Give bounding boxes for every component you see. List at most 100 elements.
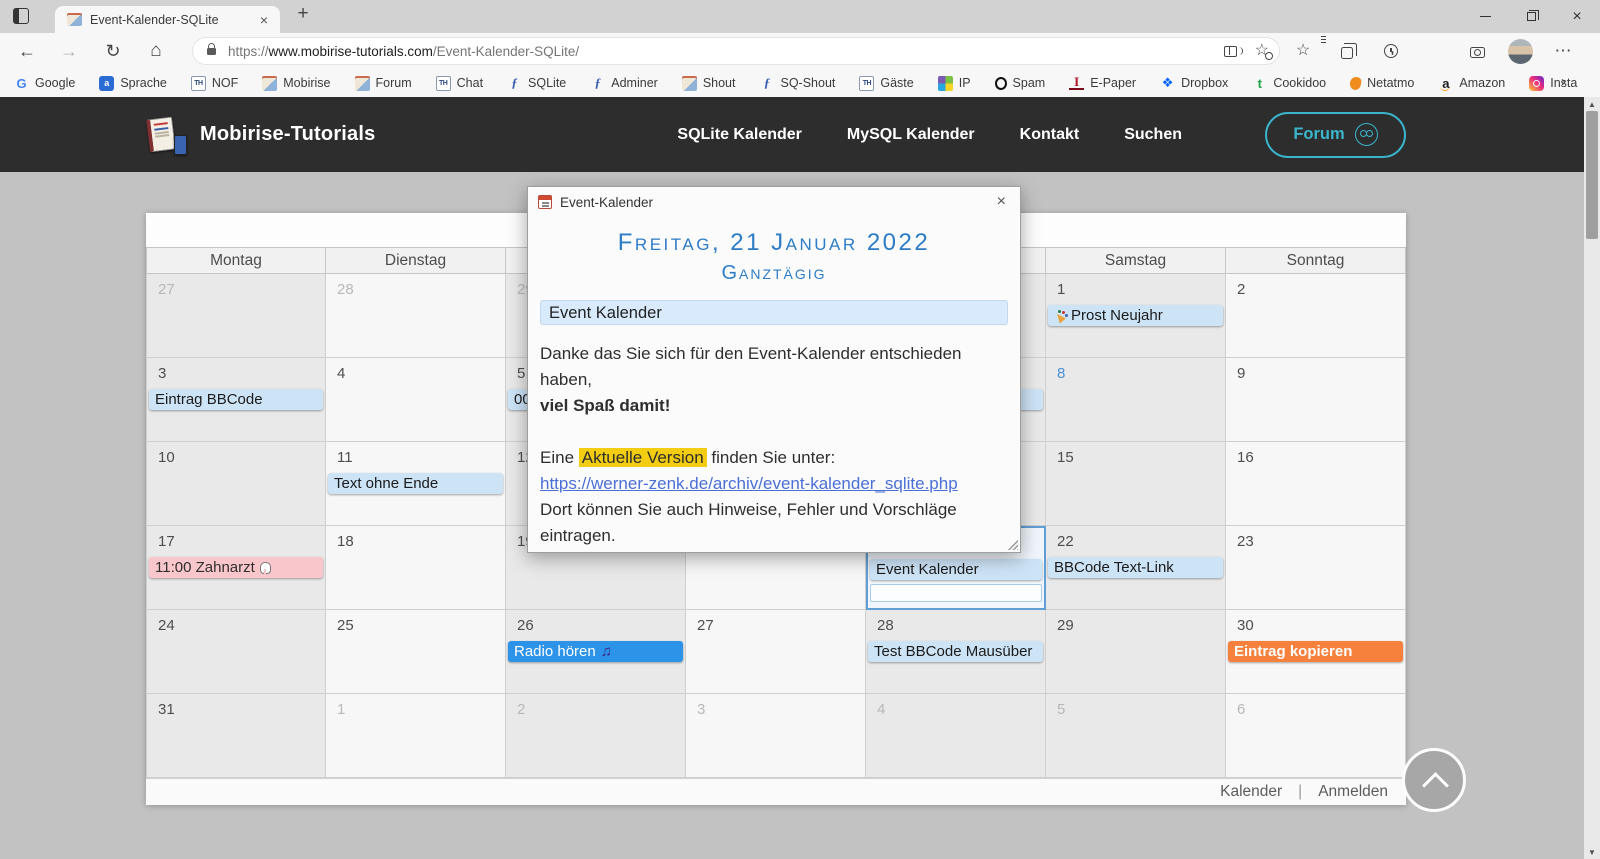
calendar-event[interactable]: Radio hören♫ bbox=[508, 641, 683, 662]
bookmark-item-cookidoo[interactable]: tCookidoo bbox=[1252, 76, 1326, 91]
collections-icon[interactable] bbox=[1330, 33, 1364, 69]
scrollbar-up-arrow[interactable]: ▲ bbox=[1588, 97, 1596, 111]
dialog-close-icon[interactable]: × bbox=[993, 193, 1010, 211]
version-link[interactable]: https://werner-zenk.de/archiv/event-kale… bbox=[540, 474, 958, 493]
page-scrollbar[interactable]: ▲ ▼ bbox=[1584, 97, 1600, 859]
calendar-cell-29[interactable]: 29 bbox=[1046, 610, 1226, 694]
calendar-cell-30[interactable]: 30Eintrag kopieren bbox=[1226, 610, 1406, 694]
back-button[interactable]: ← bbox=[10, 33, 44, 69]
scroll-to-top-button[interactable] bbox=[1402, 748, 1466, 812]
home-button[interactable]: ⌂ bbox=[139, 33, 173, 69]
bookmark-item-chat[interactable]: THChat bbox=[436, 76, 483, 91]
calendar-event[interactable]: Test BBCode Mausüber bbox=[868, 641, 1043, 662]
bookmark-item-mobirise[interactable]: Mobirise bbox=[262, 76, 330, 91]
nav-mysql-kalender[interactable]: MySQL Kalender bbox=[847, 126, 975, 144]
bookmark-item-forum[interactable]: Forum bbox=[355, 76, 412, 91]
calendar-event[interactable]: Prost Neujahr bbox=[1048, 305, 1223, 326]
bookmark-item-netatmo[interactable]: Netatmo bbox=[1350, 76, 1414, 90]
bookmark-item-shout[interactable]: Shout bbox=[682, 76, 736, 91]
calendar-cell-17[interactable]: 1711:00 Zahnarzt bbox=[146, 526, 326, 610]
calendar-cell-22[interactable]: 22BBCode Text-Link bbox=[1046, 526, 1226, 610]
calendar-cell-4[interactable]: 4 bbox=[326, 358, 506, 442]
close-window-button[interactable]: × bbox=[1554, 0, 1600, 33]
calendar-cell-11[interactable]: 11Text ohne Ende bbox=[326, 442, 506, 526]
add-favorite-icon[interactable]: ☆ bbox=[1255, 43, 1269, 59]
site-logo[interactable] bbox=[146, 115, 190, 155]
nav-suchen[interactable]: Suchen bbox=[1124, 126, 1182, 144]
calendar-cell-26[interactable]: 26Radio hören♫ bbox=[506, 610, 686, 694]
bookmark-item-insta[interactable]: Insta bbox=[1529, 76, 1577, 91]
calendar-event[interactable]: 11:00 Zahnarzt bbox=[149, 557, 323, 578]
bookmark-item-google[interactable]: GGoogle bbox=[14, 76, 75, 91]
address-bar[interactable]: https://www.mobirise-tutorials.com/Event… bbox=[192, 37, 1280, 65]
settings-menu-icon[interactable]: ⋯ bbox=[1546, 33, 1580, 69]
calendar-cell-27[interactable]: 27 bbox=[146, 274, 326, 358]
bookmark-item-adminer[interactable]: ƒAdminer bbox=[590, 76, 658, 91]
calendar-cell-31[interactable]: 31 bbox=[146, 694, 326, 778]
calendar-cell-18[interactable]: 18 bbox=[326, 526, 506, 610]
forward-button[interactable]: → bbox=[52, 33, 86, 69]
bookmark-item-amazon[interactable]: aAmazon bbox=[1438, 76, 1505, 91]
day-number: 10 bbox=[158, 449, 325, 466]
new-tab-button[interactable]: + bbox=[290, 3, 316, 25]
read-aloud-icon[interactable] bbox=[1224, 46, 1237, 57]
bookmark-item-spam[interactable]: Spam bbox=[995, 76, 1046, 90]
restore-button[interactable] bbox=[1508, 0, 1554, 33]
minimize-button[interactable] bbox=[1462, 0, 1508, 33]
calendar-cell-28[interactable]: 28 bbox=[326, 274, 506, 358]
calendar-cell-8[interactable]: 8 bbox=[1046, 358, 1226, 442]
calendar-event[interactable]: Event Kalender bbox=[870, 559, 1042, 580]
profile-avatar[interactable] bbox=[1503, 33, 1537, 69]
calendar-cell-4[interactable]: 4 bbox=[866, 694, 1046, 778]
calendar-cell-23[interactable]: 23 bbox=[1226, 526, 1406, 610]
reload-button[interactable]: ↻ bbox=[96, 33, 130, 69]
tab-actions-icon[interactable] bbox=[13, 8, 29, 24]
calendar-cell-10[interactable]: 10 bbox=[146, 442, 326, 526]
calendar-cell-16[interactable]: 16 bbox=[1226, 442, 1406, 526]
favorites-icon[interactable]: ☆ bbox=[1286, 33, 1320, 69]
scrollbar-thumb[interactable] bbox=[1586, 111, 1598, 239]
footer-link-kalender[interactable]: Kalender bbox=[1220, 783, 1282, 801]
nav-sqlite-kalender[interactable]: SQLite Kalender bbox=[677, 126, 801, 144]
calendar-cell-1[interactable]: 1 bbox=[326, 694, 506, 778]
calendar-cell-3[interactable]: 3 bbox=[686, 694, 866, 778]
new-entry-slot[interactable] bbox=[870, 584, 1042, 602]
bookmark-item-sqlite[interactable]: ƒSQLite bbox=[507, 76, 566, 91]
calendar-event[interactable]: Text ohne Ende bbox=[328, 473, 503, 494]
calendar-cell-15[interactable]: 15 bbox=[1046, 442, 1226, 526]
calendar-event[interactable]: Eintrag BBCode bbox=[149, 389, 323, 410]
url-text[interactable]: https://www.mobirise-tutorials.com/Event… bbox=[228, 44, 1224, 59]
scrollbar-down-arrow[interactable]: ▼ bbox=[1588, 845, 1596, 859]
forum-button[interactable]: Forum bbox=[1265, 112, 1406, 158]
calendar-event[interactable]: Eintrag kopieren bbox=[1228, 641, 1403, 662]
site-brand[interactable]: Mobirise-Tutorials bbox=[200, 123, 375, 146]
calendar-cell-1[interactable]: 1Prost Neujahr bbox=[1046, 274, 1226, 358]
browser-tab[interactable]: Event-Kalender-SQLite × bbox=[55, 6, 280, 33]
bookmark-item-sq-shout[interactable]: ƒSQ-Shout bbox=[759, 76, 835, 91]
bookmark-item-ip[interactable]: IP bbox=[938, 76, 971, 91]
web-capture-icon[interactable] bbox=[1460, 33, 1494, 69]
calendar-cell-2[interactable]: 2 bbox=[1226, 274, 1406, 358]
thumb-favicon bbox=[262, 76, 277, 91]
nav-kontakt[interactable]: Kontakt bbox=[1020, 126, 1080, 144]
calendar-cell-28[interactable]: 28Test BBCode Mausüber bbox=[866, 610, 1046, 694]
calendar-cell-9[interactable]: 9 bbox=[1226, 358, 1406, 442]
calendar-cell-5[interactable]: 5 bbox=[1046, 694, 1226, 778]
calendar-cell-3[interactable]: 3Eintrag BBCode bbox=[146, 358, 326, 442]
bookmark-item-nof[interactable]: THNOF bbox=[191, 76, 238, 91]
bookmark-item-dropbox[interactable]: ❖Dropbox bbox=[1160, 76, 1228, 91]
calendar-cell-27[interactable]: 27 bbox=[686, 610, 866, 694]
history-icon[interactable] bbox=[1374, 33, 1408, 69]
bookmarks-overflow-chevron[interactable]: › bbox=[1561, 73, 1566, 90]
calendar-event[interactable]: BBCode Text-Link bbox=[1048, 557, 1223, 578]
footer-link-anmelden[interactable]: Anmelden bbox=[1318, 783, 1388, 801]
calendar-cell-6[interactable]: 6 bbox=[1226, 694, 1406, 778]
calendar-cell-25[interactable]: 25 bbox=[326, 610, 506, 694]
dialog-titlebar[interactable]: Event-Kalender × bbox=[528, 187, 1020, 217]
calendar-cell-24[interactable]: 24 bbox=[146, 610, 326, 694]
tab-close-icon[interactable]: × bbox=[256, 12, 272, 28]
calendar-cell-2[interactable]: 2 bbox=[506, 694, 686, 778]
bookmark-item-sprache[interactable]: aSprache bbox=[99, 76, 167, 91]
bookmark-item-g-ste[interactable]: THGäste bbox=[859, 76, 913, 91]
bookmark-item-e-paper[interactable]: IE-Paper bbox=[1069, 76, 1136, 90]
